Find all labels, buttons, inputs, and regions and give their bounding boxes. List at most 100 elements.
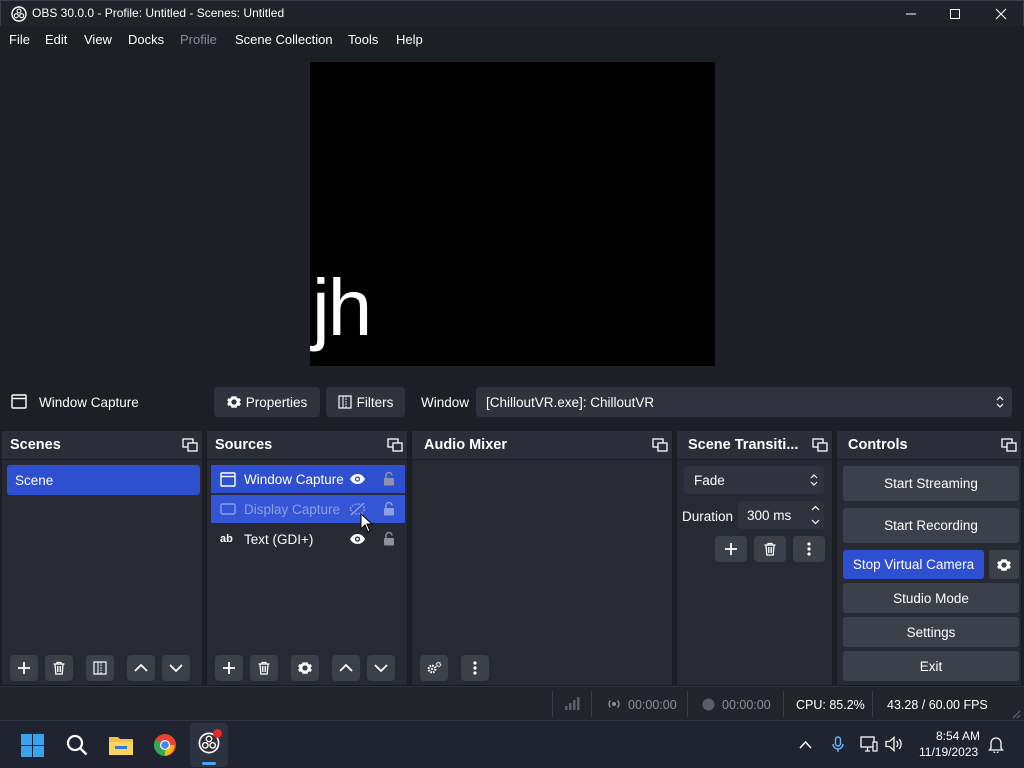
eye-icon[interactable] bbox=[349, 533, 366, 545]
start-streaming-button[interactable]: Start Streaming bbox=[843, 466, 1019, 501]
gear-icon bbox=[997, 558, 1011, 571]
window-label: Window bbox=[421, 395, 470, 410]
resize-grip-icon[interactable] bbox=[1011, 709, 1021, 719]
move-scene-down-button[interactable] bbox=[162, 655, 190, 681]
record-status-icon bbox=[702, 698, 715, 711]
eye-icon[interactable] bbox=[349, 473, 366, 485]
status-divider bbox=[591, 691, 592, 717]
window-capture-icon bbox=[11, 394, 27, 409]
clock-time[interactable]: 8:54 AM bbox=[936, 729, 980, 743]
undock-icon[interactable] bbox=[652, 438, 668, 452]
menu-edit[interactable]: Edit bbox=[45, 32, 67, 47]
trash-icon bbox=[258, 661, 270, 675]
source-label: Text (GDI+) bbox=[244, 532, 314, 547]
menu-view[interactable]: View bbox=[84, 32, 112, 47]
advanced-audio-button[interactable] bbox=[420, 655, 448, 681]
properties-button[interactable]: Properties bbox=[214, 387, 320, 417]
menu-profile[interactable]: Profile bbox=[180, 32, 217, 47]
scene-filters-button[interactable] bbox=[86, 655, 114, 681]
lock-icon[interactable] bbox=[383, 531, 395, 546]
notification-bell-icon[interactable] bbox=[988, 736, 1004, 753]
virtual-camera-settings-button[interactable] bbox=[989, 550, 1019, 579]
mouse-cursor-icon bbox=[360, 513, 374, 533]
settings-button[interactable]: Settings bbox=[843, 617, 1019, 647]
menu-file[interactable]: File bbox=[9, 32, 30, 47]
scene-item[interactable]: Scene bbox=[7, 465, 200, 495]
menu-tools[interactable]: Tools bbox=[348, 32, 378, 47]
chevron-up-icon[interactable] bbox=[799, 740, 812, 749]
filters-button[interactable]: Filters bbox=[326, 387, 405, 417]
close-icon bbox=[995, 8, 1007, 20]
plus-icon bbox=[725, 543, 737, 555]
status-divider bbox=[872, 691, 873, 717]
context-source-name: Window Capture bbox=[39, 395, 139, 410]
lock-icon[interactable] bbox=[383, 501, 395, 516]
add-scene-button[interactable] bbox=[10, 655, 38, 681]
move-source-down-button[interactable] bbox=[367, 655, 395, 681]
remove-scene-button[interactable] bbox=[45, 655, 73, 681]
undock-icon[interactable] bbox=[182, 438, 198, 452]
network-icon[interactable] bbox=[860, 736, 878, 752]
start-recording-button[interactable]: Start Recording bbox=[843, 508, 1019, 543]
exit-button[interactable]: Exit bbox=[843, 651, 1019, 681]
controls-title: Controls bbox=[848, 437, 908, 453]
duration-spinbox[interactable]: 300 ms bbox=[738, 501, 824, 529]
maximize-button[interactable] bbox=[932, 1, 978, 27]
menu-docks[interactable]: Docks bbox=[128, 32, 164, 47]
stop-virtual-camera-button[interactable]: Stop Virtual Camera bbox=[843, 550, 984, 579]
transition-menu-button[interactable] bbox=[793, 536, 825, 562]
remove-transition-button[interactable] bbox=[754, 536, 786, 562]
search-icon[interactable] bbox=[66, 734, 88, 756]
plus-icon bbox=[18, 662, 30, 674]
spin-arrows-icon[interactable] bbox=[811, 504, 820, 526]
undock-icon[interactable] bbox=[812, 438, 828, 452]
preview-canvas[interactable]: jh bbox=[310, 62, 715, 366]
gears-icon bbox=[427, 661, 442, 674]
add-transition-button[interactable] bbox=[715, 536, 747, 562]
trash-icon bbox=[764, 542, 776, 556]
menu-scene-collection[interactable]: Scene Collection bbox=[235, 32, 333, 47]
source-properties-button[interactable] bbox=[291, 655, 319, 681]
studio-mode-button[interactable]: Studio Mode bbox=[843, 583, 1019, 613]
move-source-up-button[interactable] bbox=[332, 655, 360, 681]
close-window-button[interactable] bbox=[978, 1, 1024, 27]
scenes-toolbar bbox=[2, 647, 202, 685]
source-context-bar: Window Capture Properties Filters Window… bbox=[0, 380, 1024, 424]
obs-taskbar-button[interactable] bbox=[190, 723, 228, 767]
volume-icon[interactable] bbox=[885, 736, 903, 752]
scene-transitions-dock-header: Scene Transiti... bbox=[677, 431, 832, 460]
text-source-icon: ab bbox=[220, 533, 233, 545]
audio-mixer-menu-button[interactable] bbox=[461, 655, 489, 681]
audio-mixer-dock-header: Audio Mixer bbox=[412, 431, 672, 460]
stream-status-icon bbox=[608, 700, 620, 708]
fps-readout: 43.28 / 60.00 FPS bbox=[887, 698, 988, 712]
menu-help[interactable]: Help bbox=[396, 32, 423, 47]
source-item-text-gdi[interactable]: ab Text (GDI+) bbox=[211, 525, 405, 553]
scenes-dock-header: Scenes bbox=[2, 431, 202, 460]
add-source-button[interactable] bbox=[215, 655, 243, 681]
source-item-display-capture[interactable]: Display Capture bbox=[211, 495, 405, 523]
lock-icon[interactable] bbox=[383, 471, 395, 486]
clock-date[interactable]: 11/19/2023 bbox=[919, 745, 978, 759]
more-vertical-icon bbox=[807, 542, 811, 556]
scenes-title: Scenes bbox=[10, 437, 61, 453]
title-bar: OBS 30.0.0 - Profile: Untitled - Scenes:… bbox=[0, 0, 1024, 26]
move-scene-up-button[interactable] bbox=[127, 655, 155, 681]
undock-icon[interactable] bbox=[387, 438, 403, 452]
window-select[interactable]: [ChilloutVR.exe]: ChilloutVR bbox=[476, 387, 1012, 417]
sources-dock-header: Sources bbox=[207, 431, 407, 460]
filters-icon bbox=[338, 395, 352, 409]
remove-source-button[interactable] bbox=[250, 655, 278, 681]
windows-start-icon[interactable] bbox=[21, 734, 44, 757]
chrome-icon[interactable] bbox=[153, 733, 177, 757]
gear-icon bbox=[298, 662, 312, 674]
record-time: 00:00:00 bbox=[722, 698, 771, 712]
source-item-window-capture[interactable]: Window Capture bbox=[211, 465, 405, 493]
microphone-icon[interactable] bbox=[832, 736, 844, 753]
file-explorer-icon[interactable] bbox=[108, 734, 134, 756]
minimize-button[interactable] bbox=[888, 1, 934, 27]
plus-icon bbox=[223, 662, 235, 674]
windows-taskbar: 8:54 AM 11/19/2023 bbox=[0, 720, 1024, 768]
transition-select[interactable]: Fade bbox=[684, 466, 824, 494]
undock-icon[interactable] bbox=[1001, 438, 1017, 452]
